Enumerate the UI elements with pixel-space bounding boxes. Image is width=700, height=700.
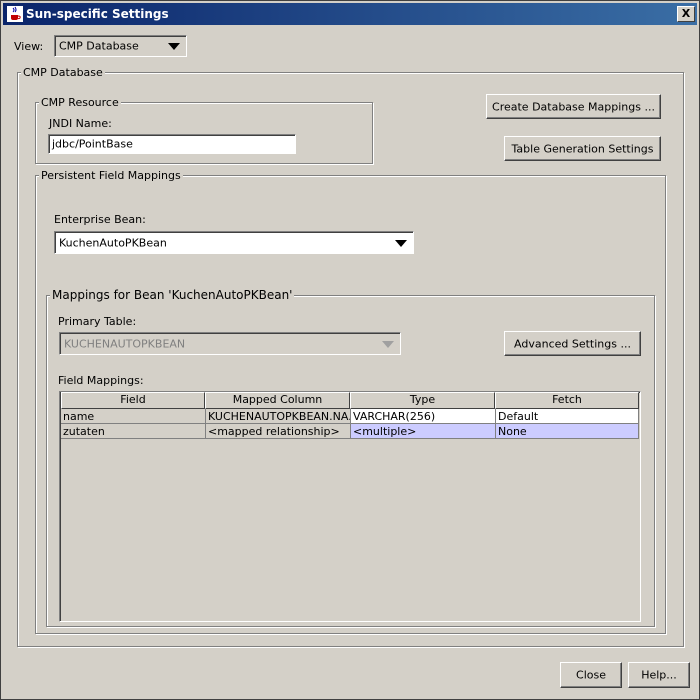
primary-table-select[interactable]: KUCHENAUTOPKBEAN [59, 332, 401, 355]
close-button-label: Close [576, 668, 606, 682]
advanced-settings-button[interactable]: Advanced Settings ... [504, 331, 641, 356]
title-bar[interactable]: Sun-specific Settings X [3, 3, 697, 25]
column-header-fetch[interactable]: Fetch [495, 392, 639, 409]
table-cell-type[interactable]: VARCHAR(256) [351, 409, 496, 424]
create-database-mappings-label: Create Database Mappings ... [492, 100, 655, 113]
primary-table-value: KUCHENAUTOPKBEAN [64, 337, 186, 350]
enterprise-bean-select[interactable]: KuchenAutoPKBean [54, 231, 414, 254]
column-header-mapped-column[interactable]: Mapped Column [205, 392, 350, 409]
window-close-button[interactable]: X [677, 6, 695, 22]
create-database-mappings-button[interactable]: Create Database Mappings ... [486, 94, 661, 119]
java-cup-icon [7, 6, 23, 22]
jndi-name-input[interactable]: jdbc/PointBase [48, 134, 296, 154]
jndi-name-label: JNDI Name: [49, 117, 112, 130]
mappings-for-bean-legend: Mappings for Bean 'KuchenAutoPKBean' [50, 288, 295, 302]
cmp-database-legend: CMP Database [21, 66, 105, 79]
column-header-field[interactable]: Field [61, 392, 205, 409]
table-cell-mapped-column[interactable]: KUCHENAUTOPKBEAN.NA... [206, 409, 351, 424]
persistent-field-mappings-legend: Persistent Field Mappings [39, 169, 183, 182]
view-select-value: CMP Database [59, 39, 139, 53]
window-title: Sun-specific Settings [26, 7, 169, 21]
field-mappings-label: Field Mappings: [58, 374, 144, 387]
help-button[interactable]: Help... [628, 662, 690, 688]
help-button-label: Help... [641, 668, 677, 682]
cmp-resource-group [35, 102, 373, 164]
settings-dialog: Sun-specific Settings X View: CMP Databa… [0, 0, 700, 700]
chevron-down-icon [168, 43, 180, 50]
view-select[interactable]: CMP Database [54, 35, 187, 57]
enterprise-bean-value: KuchenAutoPKBean [59, 236, 167, 249]
table-cell-fetch[interactable]: None [496, 424, 639, 439]
chevron-down-icon [382, 340, 394, 348]
table-cell-fetch[interactable]: Default [496, 409, 639, 424]
field-mappings-table: Field Mapped Column Type Fetch name KUCH… [59, 391, 641, 622]
cmp-resource-legend: CMP Resource [39, 96, 121, 109]
table-cell-type[interactable]: <multiple> [351, 424, 496, 439]
table-generation-settings-label: Table Generation Settings [511, 142, 654, 155]
view-label: View: [14, 40, 44, 53]
table-cell-mapped-column[interactable]: <mapped relationship> [206, 424, 351, 439]
primary-table-label: Primary Table: [58, 315, 137, 328]
advanced-settings-label: Advanced Settings ... [514, 337, 631, 350]
enterprise-bean-label: Enterprise Bean: [54, 213, 146, 226]
column-header-type[interactable]: Type [350, 392, 495, 409]
close-button[interactable]: Close [560, 662, 622, 688]
table-cell-field[interactable]: name [61, 409, 206, 424]
jndi-name-value: jdbc/PointBase [52, 137, 133, 151]
table-generation-settings-button[interactable]: Table Generation Settings [504, 136, 661, 161]
chevron-down-icon [395, 239, 407, 247]
table-cell-field[interactable]: zutaten [61, 424, 206, 439]
